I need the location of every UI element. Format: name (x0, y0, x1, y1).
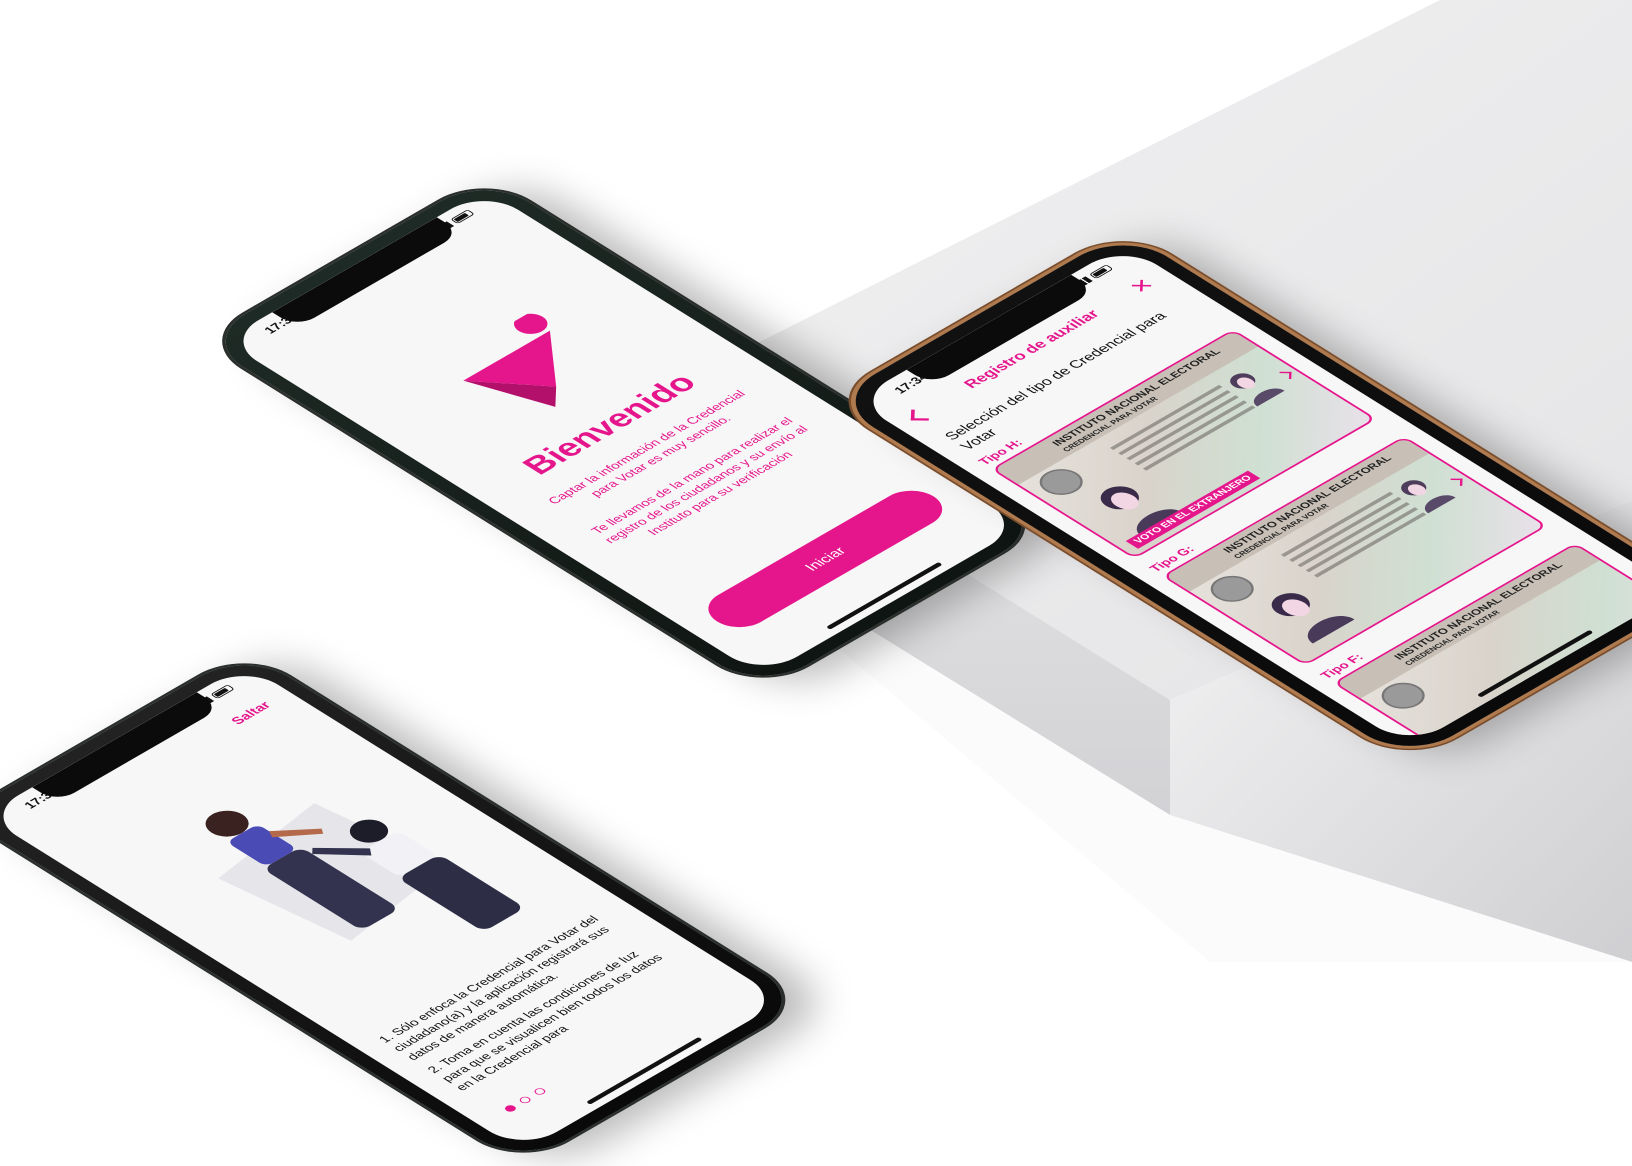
skip-link[interactable]: Saltar (227, 699, 274, 727)
page-indicator[interactable] (502, 1086, 548, 1114)
chevron-right-icon[interactable] (1279, 371, 1292, 380)
battery-icon (450, 209, 475, 225)
page-dot[interactable] (502, 1103, 519, 1114)
page-dot[interactable] (532, 1086, 548, 1097)
home-indicator (585, 1037, 703, 1105)
page-dot[interactable] (517, 1095, 533, 1105)
battery-icon (1088, 264, 1114, 280)
chevron-right-icon[interactable] (1450, 478, 1463, 486)
portrait-icon (1271, 593, 1355, 644)
battery-icon (210, 684, 235, 700)
